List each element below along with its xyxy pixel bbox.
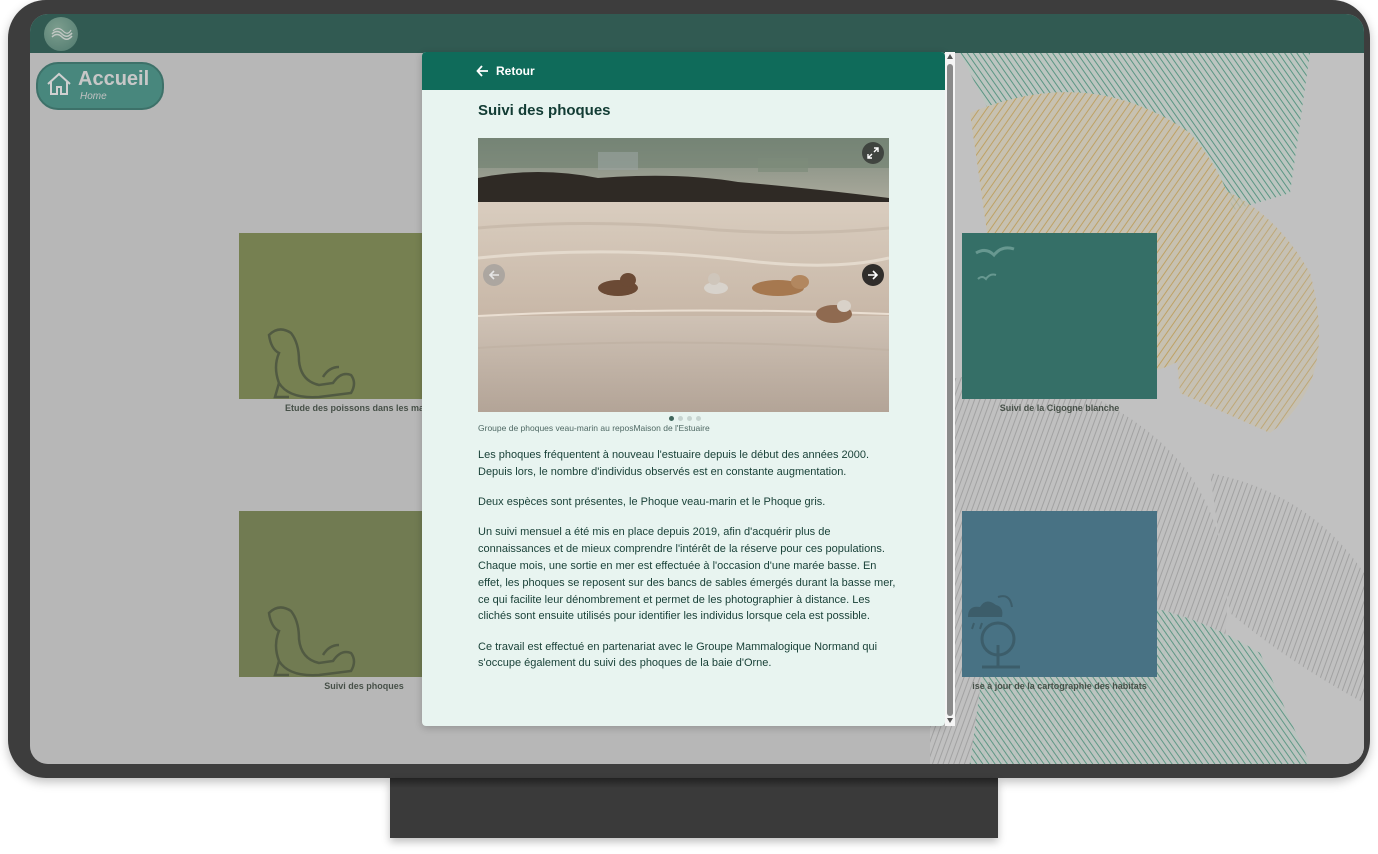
back-button[interactable]: Retour (476, 62, 535, 80)
fullscreen-button[interactable] (862, 142, 884, 164)
paragraph: Les phoques fréquentent à nouveau l'estu… (478, 449, 870, 478)
carousel-dot[interactable] (678, 416, 683, 421)
carousel-indicators (669, 416, 701, 421)
previous-slide-button[interactable] (483, 264, 505, 286)
scroll-down-arrow[interactable] (947, 718, 953, 723)
image-carousel[interactable] (478, 138, 889, 412)
scroll-up-arrow[interactable] (947, 54, 953, 59)
paragraph: Un suivi mensuel a été mis en place depu… (478, 526, 896, 623)
image-caption: Groupe de phoques veau-marin au reposMai… (478, 423, 710, 433)
paragraph: Ce travail est effectué en partenariat a… (478, 640, 878, 670)
carousel-dot[interactable] (696, 416, 701, 421)
back-label: Retour (496, 64, 535, 78)
next-slide-button[interactable] (862, 264, 884, 286)
paragraph: Deux espèces sont présentes, le Phoque v… (478, 496, 826, 509)
seals-photo (478, 138, 889, 412)
modal-body: Les phoques fréquentent à nouveau l'estu… (478, 447, 896, 686)
scroll-thumb[interactable] (947, 64, 953, 716)
modal-header: Retour (422, 52, 945, 90)
arrow-left-icon (476, 65, 488, 77)
arrow-left-icon (488, 270, 499, 280)
arrow-right-icon (868, 270, 879, 280)
carousel-dot[interactable] (687, 416, 692, 421)
detail-modal: Retour Suivi des phoques Groupe de phoqu… (422, 52, 945, 726)
expand-icon (867, 147, 879, 159)
modal-title: Suivi des phoques (478, 102, 611, 119)
carousel-dot[interactable] (669, 416, 674, 421)
stand-shadow (390, 778, 998, 788)
modal-scrollbar[interactable] (945, 52, 955, 726)
